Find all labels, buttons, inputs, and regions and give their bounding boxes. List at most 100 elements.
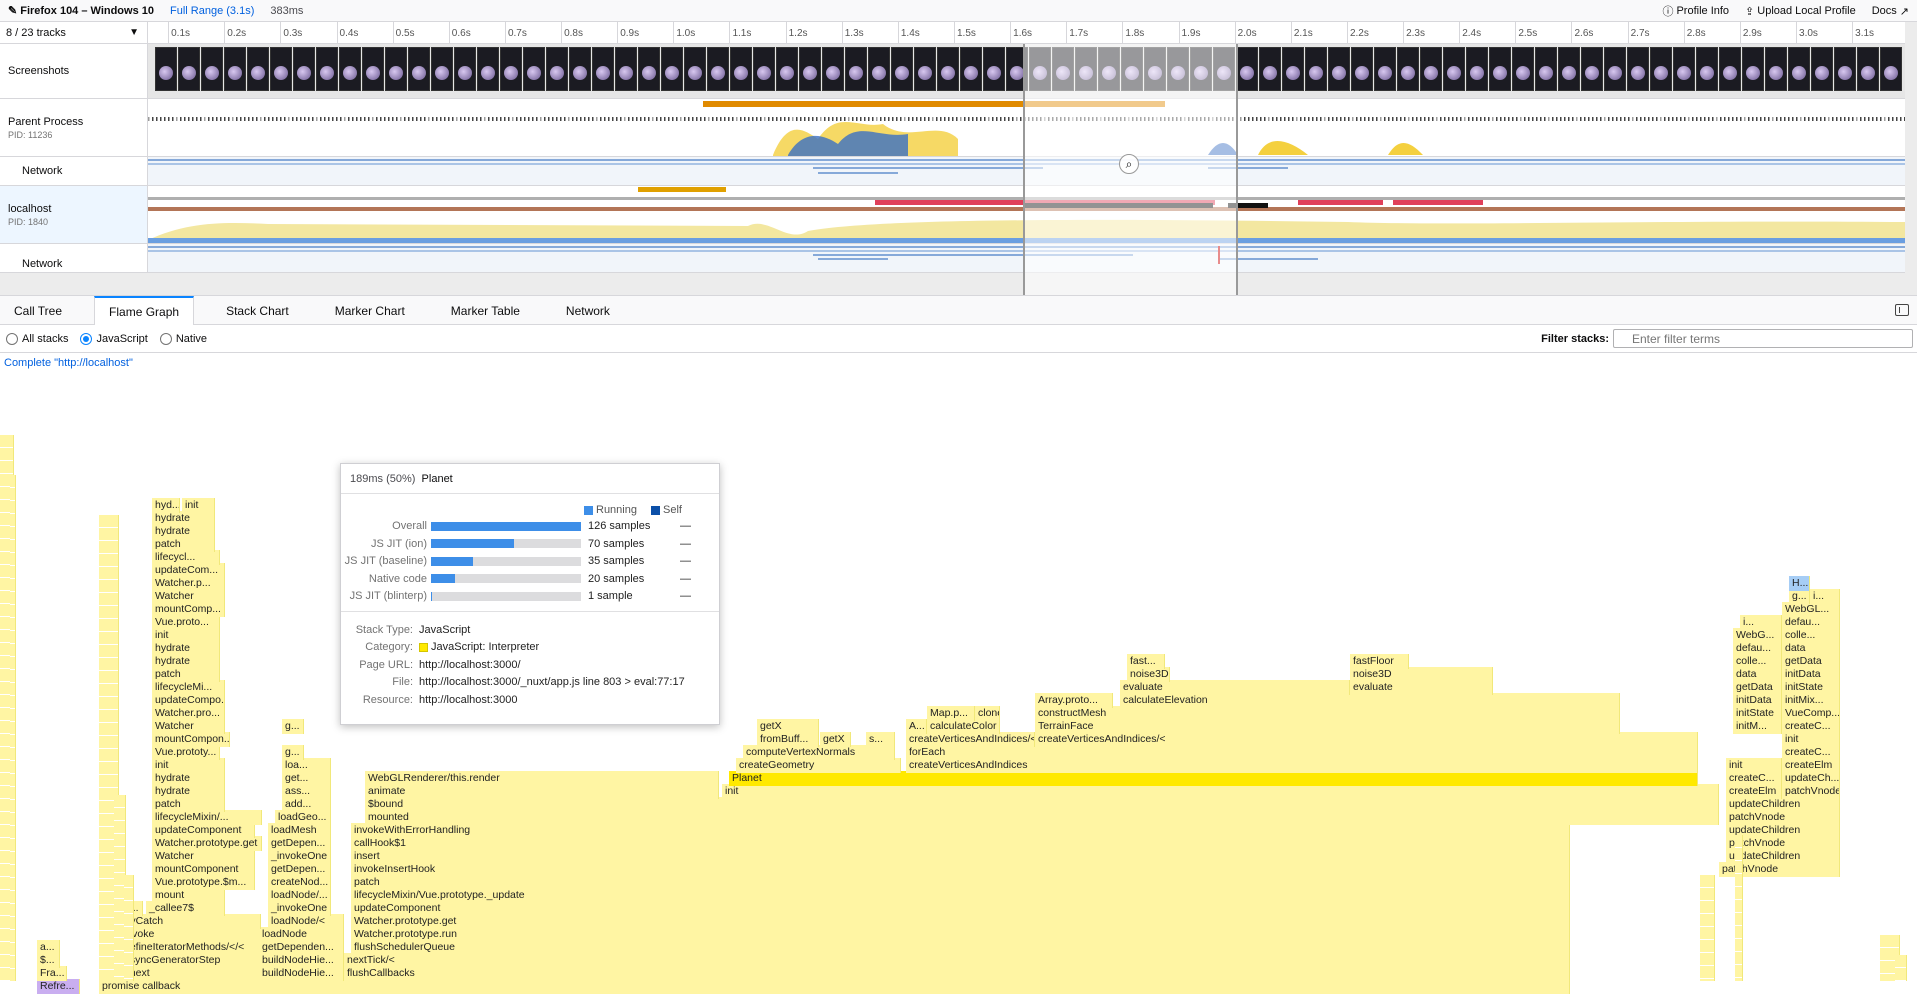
flame-graph-column[interactable] bbox=[124, 875, 134, 981]
flame-graph-box[interactable]: tryCatch bbox=[121, 914, 261, 929]
flame-graph-box[interactable]: Watcher.prototype.run bbox=[351, 927, 1570, 942]
flame-graph-box[interactable]: updateCompo... bbox=[152, 693, 225, 708]
flame-graph-box[interactable]: evaluate bbox=[1350, 680, 1493, 695]
track-parent-process[interactable]: Parent Process PID: 11236 bbox=[0, 99, 148, 157]
flame-graph-box[interactable]: WebG... bbox=[1733, 628, 1782, 643]
flame-graph-box[interactable]: colle... bbox=[1733, 654, 1782, 669]
flame-graph-box[interactable]: createVerticesAndIndices/< bbox=[1035, 732, 1698, 747]
screenshot-thumbnail[interactable] bbox=[1259, 47, 1281, 91]
screenshot-thumbnail[interactable] bbox=[339, 47, 361, 91]
flame-graph-box[interactable]: a... bbox=[37, 940, 60, 955]
flame-graph-box[interactable]: _callee7$ bbox=[146, 901, 225, 916]
screenshot-thumbnail[interactable] bbox=[1489, 47, 1511, 91]
flame-graph-box[interactable]: $bound bbox=[365, 797, 1719, 812]
screenshot-thumbnail[interactable] bbox=[1144, 47, 1166, 91]
flame-graph-box[interactable]: forEach bbox=[906, 745, 1698, 760]
screenshot-thumbnail[interactable] bbox=[1213, 47, 1235, 91]
screenshot-thumbnail[interactable] bbox=[914, 47, 936, 91]
flame-graph-box[interactable]: i... bbox=[1740, 615, 1782, 630]
tab-stack-chart[interactable]: Stack Chart bbox=[212, 296, 303, 325]
screenshot-thumbnail[interactable] bbox=[293, 47, 315, 91]
screenshot-thumbnail[interactable] bbox=[1512, 47, 1534, 91]
flame-graph-box[interactable]: initState bbox=[1733, 706, 1782, 721]
flame-graph-box[interactable]: i... bbox=[1810, 589, 1840, 604]
flame-graph-box[interactable]: createC... bbox=[1726, 771, 1782, 786]
flame-graph-box[interactable]: fast... bbox=[1127, 654, 1165, 669]
screenshot-thumbnail[interactable] bbox=[1673, 47, 1695, 91]
tab-network[interactable]: Network bbox=[552, 296, 624, 325]
screenshot-thumbnail[interactable] bbox=[1420, 47, 1442, 91]
flame-graph-box[interactable]: updateComponent bbox=[152, 823, 255, 838]
flame-graph-box[interactable]: createNod... bbox=[268, 875, 331, 890]
flame-graph-box[interactable]: hyd... bbox=[152, 498, 180, 513]
flame-graph-box[interactable]: invokeInsertHook bbox=[351, 862, 1570, 877]
flame-graph-box[interactable]: patch bbox=[152, 667, 220, 682]
flame-graph-box[interactable]: initM... bbox=[1733, 719, 1782, 734]
flame-graph-box[interactable]: updateChildren bbox=[1726, 797, 1840, 812]
screenshot-thumbnail[interactable] bbox=[1811, 47, 1833, 91]
screenshot-thumbnail[interactable] bbox=[1857, 47, 1879, 91]
flame-graph-box[interactable]: flushSchedulerQueue bbox=[351, 940, 1570, 955]
flame-graph-box[interactable]: Planet bbox=[729, 771, 1698, 786]
flame-graph-box[interactable]: flushCallbacks bbox=[344, 966, 1570, 981]
flame-graph-box[interactable]: mounted bbox=[365, 810, 1719, 825]
flame-graph-column[interactable] bbox=[10, 475, 16, 981]
native-radio[interactable]: Native bbox=[159, 332, 207, 345]
breadcrumb-item[interactable]: Complete "http://localhost" bbox=[4, 357, 133, 369]
flame-graph-column[interactable] bbox=[1735, 835, 1743, 981]
flame-graph-column[interactable] bbox=[1700, 875, 1715, 981]
profile-name-button[interactable]: ✎ Firefox 104 – Windows 10 bbox=[0, 0, 162, 22]
flame-graph-box[interactable]: callHook$1 bbox=[351, 836, 1570, 851]
flame-graph-box[interactable]: Vue.prototy... bbox=[152, 745, 220, 760]
screenshot-thumbnail[interactable] bbox=[362, 47, 384, 91]
flame-graph-box[interactable]: colle... bbox=[1782, 628, 1840, 643]
filter-stacks-input[interactable] bbox=[1613, 329, 1913, 348]
flame-graph-box[interactable]: hydrate bbox=[152, 784, 225, 799]
flame-graph-box[interactable]: ass... bbox=[282, 784, 331, 799]
flame-graph-box[interactable]: Watcher bbox=[152, 589, 225, 604]
flame-graph-box[interactable]: patch bbox=[152, 537, 215, 552]
screenshot-thumbnail[interactable] bbox=[776, 47, 798, 91]
flame-graph-box[interactable]: getDepen... bbox=[268, 836, 331, 851]
screenshot-thumbnail[interactable] bbox=[201, 47, 223, 91]
screenshot-thumbnail[interactable] bbox=[592, 47, 614, 91]
flame-graph-box[interactable]: loadNode/... bbox=[268, 888, 331, 903]
flame-graph-box[interactable]: updateChildren bbox=[1726, 823, 1840, 838]
flame-graph-box[interactable]: lifecycleMi... bbox=[152, 680, 225, 695]
screenshot-thumbnail[interactable] bbox=[1466, 47, 1488, 91]
screenshot-thumbnail[interactable] bbox=[1328, 47, 1350, 91]
screenshot-thumbnail[interactable] bbox=[431, 47, 453, 91]
flame-graph-box[interactable]: evaluate bbox=[1120, 680, 1350, 695]
flame-graph-box[interactable]: lifecycleMixin/... bbox=[152, 810, 262, 825]
flame-graph-box[interactable]: VueComp... bbox=[1782, 706, 1840, 721]
screenshots-track-graph[interactable] bbox=[148, 44, 1905, 99]
flame-graph-box[interactable]: updateChildren bbox=[1726, 849, 1840, 864]
flame-graph-box[interactable]: initState bbox=[1782, 680, 1840, 695]
screenshot-thumbnail[interactable] bbox=[822, 47, 844, 91]
flame-graph-box[interactable]: init bbox=[182, 498, 215, 513]
flame-graph-box[interactable]: Watcher.prototype.get bbox=[152, 836, 262, 851]
track-network-2[interactable]: Network bbox=[0, 244, 148, 273]
sidebar-toggle-button[interactable] bbox=[1895, 304, 1909, 316]
flame-graph-box[interactable]: _invokeOne bbox=[268, 849, 331, 864]
flame-graph-box[interactable]: init bbox=[722, 784, 1719, 799]
screenshot-thumbnail[interactable] bbox=[983, 47, 1005, 91]
screenshot-thumbnail[interactable] bbox=[1742, 47, 1764, 91]
screenshot-thumbnail[interactable] bbox=[1558, 47, 1580, 91]
flame-graph-box[interactable]: fromBuff... bbox=[757, 732, 819, 747]
screenshot-thumbnail[interactable] bbox=[1535, 47, 1557, 91]
screenshot-thumbnail[interactable] bbox=[1627, 47, 1649, 91]
flame-graph-box[interactable]: invokeWithErrorHandling bbox=[351, 823, 1570, 838]
flame-graph-box[interactable]: createGeometry bbox=[736, 758, 901, 773]
zoom-button[interactable]: ⌕ bbox=[1119, 154, 1139, 174]
flame-graph-box[interactable]: hydrate bbox=[152, 511, 215, 526]
docs-link[interactable]: Docs ↗ bbox=[1864, 0, 1917, 22]
screenshot-thumbnail[interactable] bbox=[1604, 47, 1626, 91]
flame-graph-box[interactable]: Watcher bbox=[152, 849, 255, 864]
screenshot-thumbnail[interactable] bbox=[707, 47, 729, 91]
flame-graph-box[interactable]: createC... bbox=[1782, 719, 1840, 734]
flame-graph-box[interactable]: createVerticesAndIndices/< bbox=[906, 732, 1035, 747]
screenshot-thumbnail[interactable] bbox=[1029, 47, 1051, 91]
flame-graph-box[interactable]: Watcher.pro... bbox=[152, 706, 225, 721]
track-network[interactable]: Network bbox=[0, 157, 148, 186]
